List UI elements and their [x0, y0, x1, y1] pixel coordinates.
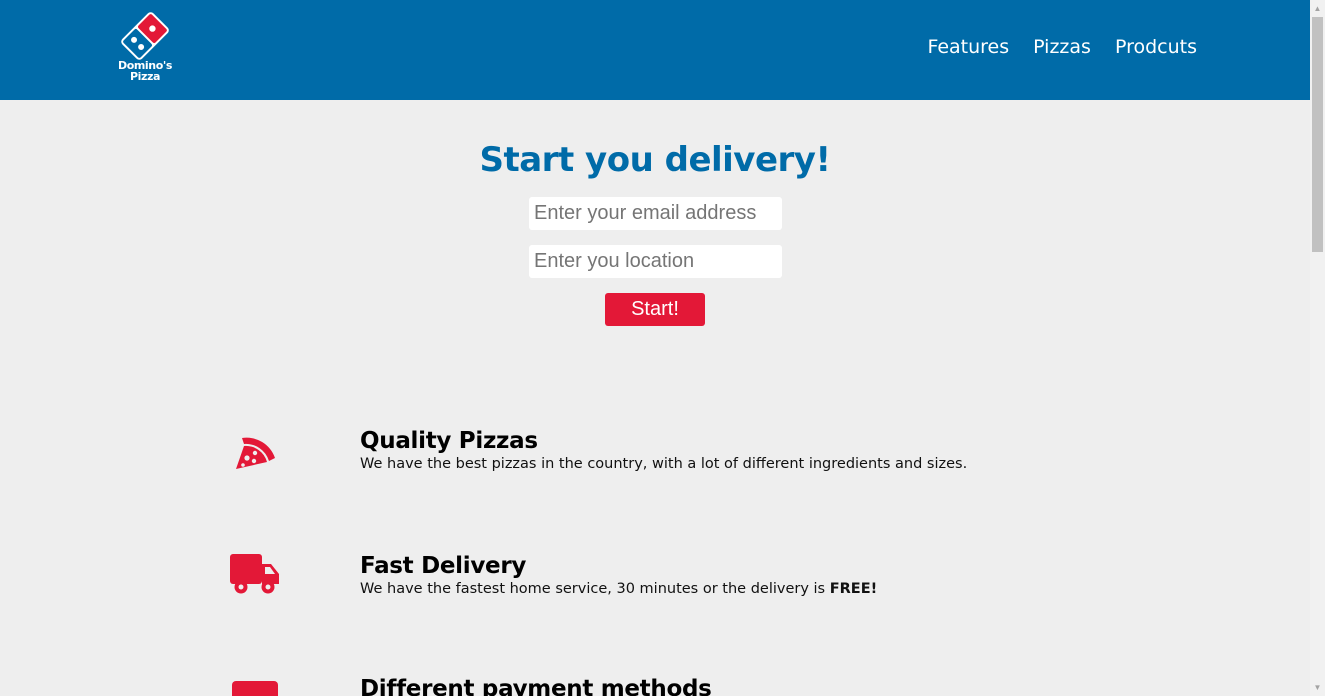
- feature-title: Fast Delivery: [360, 553, 527, 579]
- email-input[interactable]: [529, 197, 782, 230]
- pizza-slice-icon: [233, 428, 277, 475]
- logo-wordmark: Domino's Pizza: [117, 59, 173, 83]
- start-button[interactable]: Start!: [605, 293, 705, 326]
- feature-title: Quality Pizzas: [360, 428, 538, 454]
- main-nav: Features Pizzas Prodcuts: [927, 36, 1197, 58]
- scroll-down-arrow-icon[interactable]: ▼: [1310, 679, 1325, 696]
- credit-card-icon: [232, 681, 278, 696]
- domino-tile-icon: [121, 12, 169, 60]
- free-emphasis: FREE!: [829, 581, 878, 597]
- truck-icon: [229, 553, 281, 600]
- header: Domino's Pizza Features Pizzas Prodcuts: [0, 0, 1310, 100]
- location-input[interactable]: [529, 245, 782, 278]
- feature-description: We have the best pizzas in the country, …: [360, 456, 968, 472]
- dominos-logo[interactable]: Domino's Pizza: [112, 12, 178, 90]
- nav-pizzas[interactable]: Pizzas: [1033, 36, 1091, 58]
- nav-products[interactable]: Prodcuts: [1115, 36, 1197, 58]
- page: Domino's Pizza Features Pizzas Prodcuts …: [0, 0, 1325, 696]
- vertical-scrollbar[interactable]: ▲ ▼: [1310, 0, 1325, 696]
- feature-description: We have the fastest home service, 30 min…: [360, 581, 878, 597]
- nav-features[interactable]: Features: [927, 36, 1009, 58]
- scroll-up-arrow-icon[interactable]: ▲: [1310, 0, 1325, 17]
- scrollbar-thumb[interactable]: [1312, 17, 1323, 252]
- hero-title: Start you delivery!: [479, 140, 831, 180]
- feature-title: Different payment methods: [360, 676, 712, 696]
